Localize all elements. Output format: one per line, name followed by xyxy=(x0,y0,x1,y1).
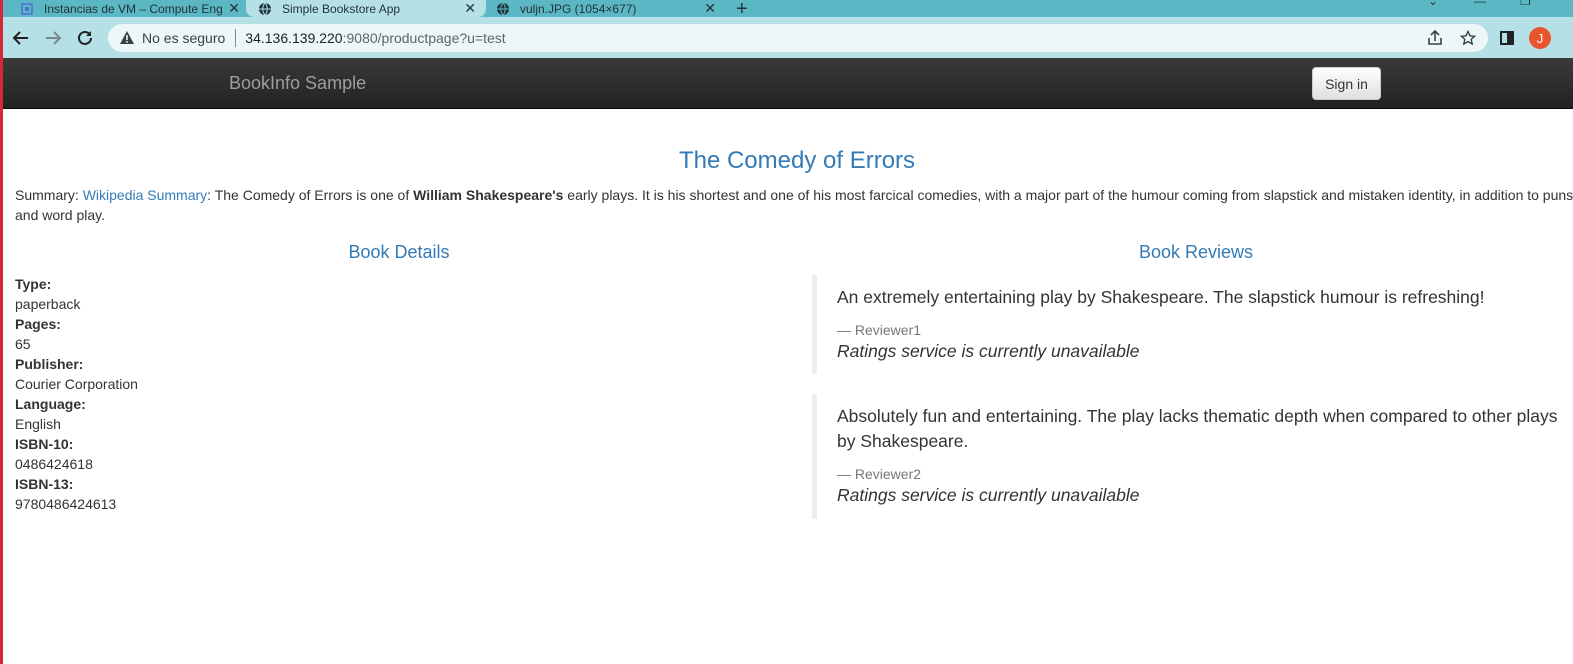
security-label[interactable]: No es seguro xyxy=(142,30,225,46)
detail-value: Courier Corporation xyxy=(15,376,138,392)
tab-search-icon[interactable]: ⌄ xyxy=(1428,0,1438,8)
globe-icon xyxy=(258,2,272,16)
share-icon[interactable] xyxy=(1426,29,1444,47)
detail-label: Language: xyxy=(15,396,86,412)
tab-title: Instancias de VM – Compute Eng xyxy=(44,1,223,16)
profile-avatar[interactable]: J xyxy=(1529,27,1551,49)
brand-title[interactable]: BookInfo Sample xyxy=(229,73,366,94)
rating-status: Ratings service is currently unavailable xyxy=(837,485,1140,505)
review-item: Absolutely fun and entertaining. The pla… xyxy=(812,394,1573,519)
close-icon[interactable]: ✕ xyxy=(704,0,716,17)
tab-compute-engine[interactable]: Instancias de VM – Compute Eng ✕ xyxy=(14,0,250,17)
book-details-list: Type: paperback Pages: 65 Publisher: Cou… xyxy=(15,274,138,514)
window-edge xyxy=(0,0,3,664)
browser-toolbar: No es seguro 34.136.139.220:9080/product… xyxy=(0,17,1573,58)
detail-value: 65 xyxy=(15,336,31,352)
divider xyxy=(235,29,237,47)
detail-value: paperback xyxy=(15,296,81,312)
back-icon[interactable] xyxy=(10,27,32,49)
book-details-heading: Book Details xyxy=(348,242,450,262)
tab-image[interactable]: vuljn.JPG (1054×677) ✕ xyxy=(486,0,726,17)
tab-title: vuljn.JPG (1054×677) xyxy=(520,1,637,16)
book-summary: Summary: Wikipedia Summary: The Comedy o… xyxy=(15,185,1573,225)
detail-label: ISBN-10: xyxy=(15,436,74,452)
star-icon[interactable] xyxy=(1459,29,1477,47)
book-reviews-heading: Book Reviews xyxy=(1138,242,1254,262)
summary-label: Summary: xyxy=(15,187,79,203)
url-host: 34.136.139.220 xyxy=(245,30,343,46)
summary-text: : The Comedy of Errors is one of xyxy=(207,187,414,203)
tab-title: Simple Bookstore App xyxy=(282,1,401,16)
detail-label: ISBN-13: xyxy=(15,476,74,492)
restore-icon[interactable]: ❐ xyxy=(1520,0,1531,8)
review-item: An extremely entertaining play by Shakes… xyxy=(812,275,1573,374)
detail-value: 0486424618 xyxy=(15,456,93,472)
warning-icon[interactable] xyxy=(118,29,136,47)
tab-strip: Instancias de VM – Compute Eng ✕ Simple … xyxy=(0,0,1573,20)
review-text: Absolutely fun and entertaining. The pla… xyxy=(837,406,1558,451)
review-author: — Reviewer1 xyxy=(837,322,922,338)
globe-icon xyxy=(496,2,510,16)
sign-in-button[interactable]: Sign in xyxy=(1312,67,1381,100)
review-text: An extremely entertaining play by Shakes… xyxy=(837,287,1485,307)
close-icon[interactable]: ✕ xyxy=(228,0,240,17)
close-icon[interactable]: ✕ xyxy=(464,0,476,17)
detail-label: Publisher: xyxy=(15,356,84,372)
page-title: The Comedy of Errors xyxy=(678,147,916,174)
summary-author: William Shakespeare's xyxy=(413,187,564,203)
minimize-icon[interactable]: — xyxy=(1474,0,1486,8)
reload-icon[interactable] xyxy=(74,27,96,49)
app-navbar: BookInfo Sample Sign in xyxy=(3,58,1573,109)
tab-bookstore[interactable]: Simple Bookstore App ✕ xyxy=(246,0,486,17)
wikipedia-summary-link[interactable]: Wikipedia Summary xyxy=(83,187,207,203)
side-panel-icon[interactable] xyxy=(1500,31,1514,45)
forward-icon[interactable] xyxy=(42,27,64,49)
address-bar[interactable]: No es seguro 34.136.139.220:9080/product… xyxy=(108,24,1488,52)
detail-value: English xyxy=(15,416,61,432)
detail-value: 9780486424613 xyxy=(15,496,117,512)
detail-label: Type: xyxy=(15,276,52,292)
url-text[interactable]: 34.136.139.220:9080/productpage?u=test xyxy=(245,30,505,46)
review-author: — Reviewer2 xyxy=(837,466,922,482)
compute-engine-icon xyxy=(20,2,34,16)
rating-status: Ratings service is currently unavailable xyxy=(837,341,1140,361)
detail-label: Pages: xyxy=(15,316,61,332)
url-path: :9080/productpage?u=test xyxy=(342,30,506,46)
